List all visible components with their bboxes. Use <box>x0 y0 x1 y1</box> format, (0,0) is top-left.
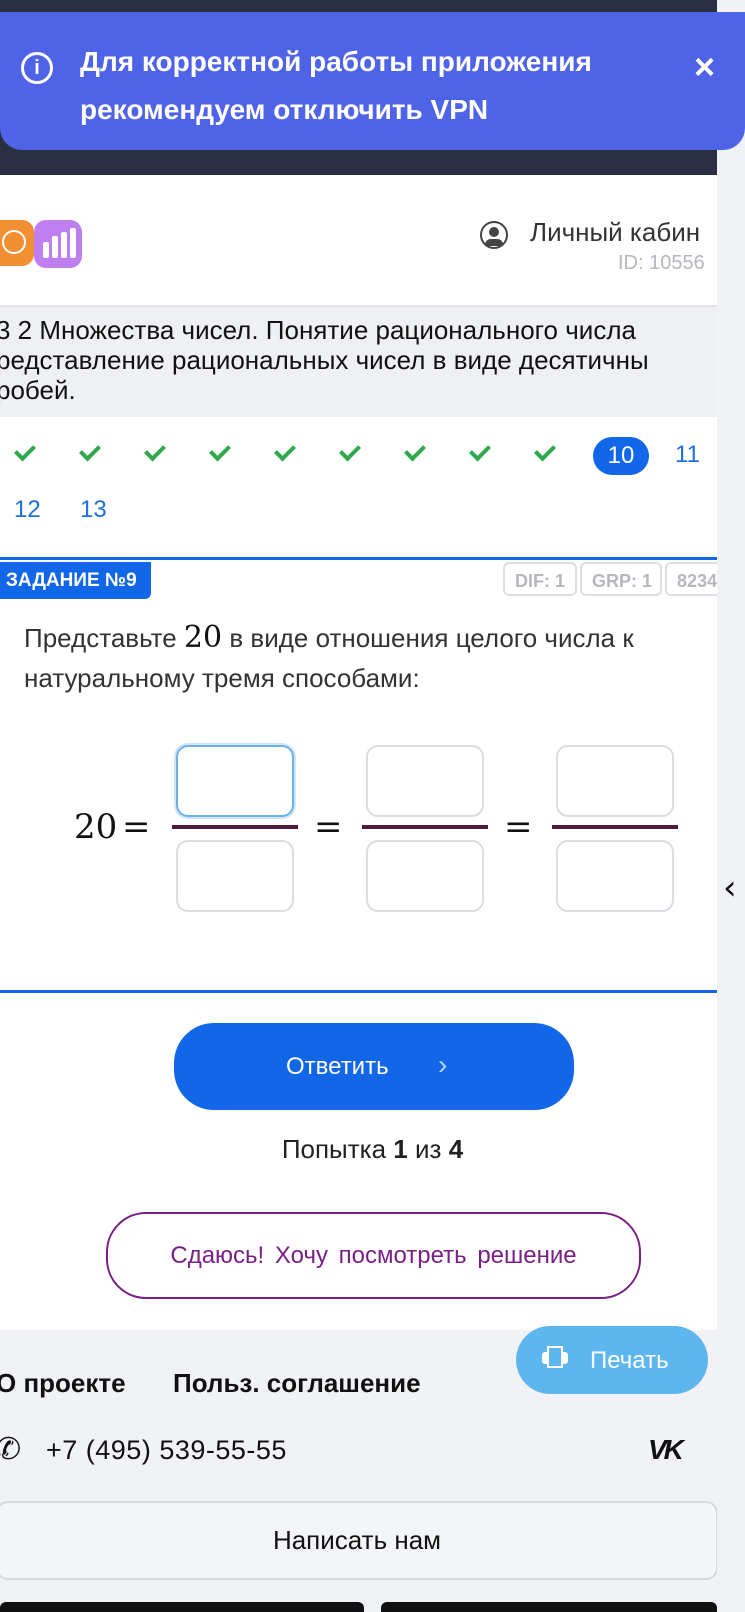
task-text: Представьте 20 в виде отношения целого ч… <box>24 620 634 693</box>
check-icon[interactable] <box>340 440 362 462</box>
attempt-counter: Попытка 1 из 4 <box>281 1134 464 1164</box>
task-number: 20 <box>183 620 223 655</box>
check-icon[interactable] <box>145 440 167 462</box>
agreement-link[interactable]: Польз. соглашение <box>173 1368 421 1399</box>
check-icon[interactable] <box>470 440 492 462</box>
vk-icon[interactable]: VK <box>648 1434 684 1466</box>
numerator-input-2[interactable] <box>366 745 484 817</box>
printer-icon <box>542 1346 568 1368</box>
brand-logo-icon[interactable] <box>0 220 34 266</box>
numerator-input-3[interactable] <box>556 745 674 817</box>
phone-icon: ✆ <box>0 1432 22 1467</box>
question-link[interactable]: 12 <box>14 496 41 524</box>
denominator-input-1[interactable] <box>176 840 294 912</box>
stats-logo-icon[interactable] <box>34 220 82 268</box>
denominator-input-2[interactable] <box>366 840 484 912</box>
fraction-bar <box>552 825 678 829</box>
check-icon[interactable] <box>535 440 557 462</box>
chevron-right-icon: › <box>438 1049 448 1080</box>
equation-lhs: 20 <box>74 807 118 847</box>
phone-number[interactable]: +7 (495) 539-55-55 <box>46 1435 287 1466</box>
bottom-bar-right <box>381 1602 717 1612</box>
check-icon[interactable] <box>405 440 427 462</box>
check-icon[interactable] <box>15 440 37 462</box>
denominator-input-3[interactable] <box>556 840 674 912</box>
bottom-bar-left <box>0 1602 364 1612</box>
question-link[interactable]: 13 <box>80 496 107 524</box>
user-icon[interactable] <box>480 221 508 249</box>
check-icon[interactable] <box>210 440 232 462</box>
fraction-bar <box>172 825 298 829</box>
answer-button[interactable]: Ответить › <box>174 1023 574 1110</box>
show-solution-button[interactable]: Сдаюсь! Хочу посмотреть решение <box>106 1212 641 1299</box>
task-code-badge: 8234 <box>665 562 717 596</box>
equals-sign: = <box>314 807 343 847</box>
equals-sign: = <box>122 807 151 847</box>
print-button[interactable]: Печать <box>516 1326 708 1394</box>
dif-badge: DIF: 1 <box>503 562 577 596</box>
fraction-bar <box>362 825 488 829</box>
grp-badge: GRP: 1 <box>580 562 662 596</box>
account-link[interactable]: Личный кабин <box>530 217 700 248</box>
lesson-title-band: 3 2 Множества чисел. Понятие рационально… <box>0 305 717 419</box>
chevron-left-icon[interactable]: ‹ <box>723 868 737 908</box>
side-panel-strip <box>717 0 745 1612</box>
lesson-title: 3 2 Множества чисел. Понятие рационально… <box>0 315 649 405</box>
info-icon: i <box>21 52 53 84</box>
numerator-input-1[interactable] <box>176 745 294 817</box>
write-us-button[interactable]: Написать нам <box>0 1501 717 1580</box>
question-link[interactable]: 11 <box>675 441 700 469</box>
vpn-message: Для корректной работы приложения рекомен… <box>80 46 592 125</box>
close-icon[interactable]: × <box>694 46 715 88</box>
check-icon[interactable] <box>80 440 102 462</box>
vpn-notification: i Для корректной работы приложения реком… <box>0 12 745 150</box>
question-current[interactable]: 10 <box>593 437 649 475</box>
check-icon[interactable] <box>275 440 297 462</box>
equals-sign: = <box>504 807 533 847</box>
task-tag: ЗАДАНИЕ №9 <box>0 562 151 599</box>
about-link[interactable]: О проекте <box>0 1368 126 1399</box>
account-id: ID: 10556 <box>618 252 705 274</box>
